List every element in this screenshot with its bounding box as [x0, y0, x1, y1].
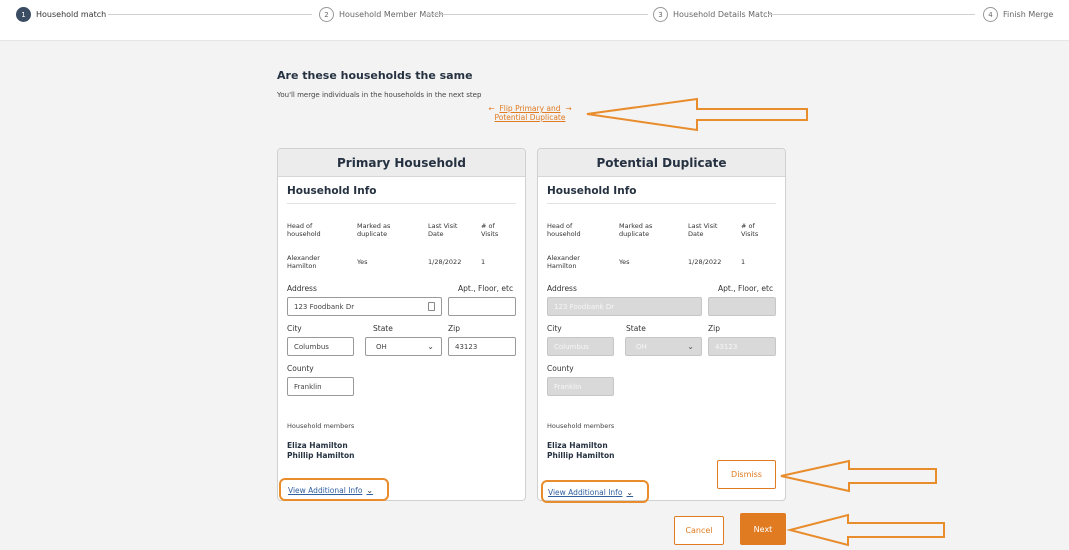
state-label: State	[373, 324, 393, 333]
col-header-head: Head of household	[287, 222, 321, 238]
autofill-icon	[428, 302, 435, 311]
visits-value: 1	[741, 258, 746, 266]
step-connector	[108, 14, 312, 15]
city-label: City	[287, 324, 302, 333]
step-label: Finish Merge	[1003, 10, 1054, 19]
apt-label: Apt., Floor, etc	[458, 284, 514, 293]
step-number: 1	[16, 7, 31, 22]
zip-input[interactable]: 43123	[448, 337, 516, 356]
section-title: Household Info	[287, 185, 377, 197]
step-number: 4	[983, 7, 998, 22]
arrow-right-icon: →	[565, 104, 572, 113]
city-label: City	[547, 324, 562, 333]
col-header-visits: # of Visits	[741, 222, 759, 238]
flip-primary-link[interactable]: ← Flip Primary and → Potential Duplicate	[472, 104, 588, 122]
apt-input[interactable]	[448, 297, 516, 316]
view-additional-info-link[interactable]: View Additional Info ⌄	[545, 484, 636, 500]
city-input: Columbus	[547, 337, 614, 356]
chevron-down-icon: ⌄	[626, 488, 634, 497]
state-select: OH ⌄	[625, 337, 702, 356]
city-input[interactable]: Columbus	[287, 337, 354, 356]
county-input: Franklin	[547, 377, 614, 396]
annotation-arrow-icon	[780, 459, 937, 493]
household-member: Eliza Hamilton	[287, 441, 348, 450]
step-household-match[interactable]: 1 Household match	[16, 7, 106, 22]
view-additional-info-label: View Additional Info	[548, 488, 623, 497]
flip-link-line1: Flip Primary and	[499, 104, 561, 113]
chevron-down-icon: ⌄	[427, 342, 434, 351]
card-title: Primary Household	[278, 149, 525, 177]
col-header-head: Head of household	[547, 222, 581, 238]
step-label: Household Details Match	[673, 10, 773, 19]
zip-label: Zip	[708, 324, 720, 333]
potential-duplicate-card: Potential Duplicate Household Info Head …	[537, 148, 786, 501]
col-header-last-visit: Last Visit Date	[428, 222, 458, 238]
primary-household-card: Primary Household Household Info Head of…	[277, 148, 526, 501]
page-subtitle: You'll merge individuals in the househol…	[277, 91, 482, 99]
dismiss-button[interactable]: Dismiss	[717, 460, 776, 489]
col-header-visits: # of Visits	[481, 222, 499, 238]
address-input: 123 Foodbank Dr	[547, 297, 702, 316]
address-input[interactable]: 123 Foodbank Dr	[287, 297, 442, 316]
divider	[287, 203, 516, 204]
household-member: Eliza Hamilton	[547, 441, 608, 450]
merge-stepper: 1 Household match 2 Household Member Mat…	[0, 0, 1069, 41]
county-input[interactable]: Franklin	[287, 377, 354, 396]
household-member: Phillip Hamilton	[547, 451, 615, 460]
state-select[interactable]: OH ⌄	[365, 337, 442, 356]
last-visit-value: 1/28/2022	[688, 258, 722, 266]
annotation-arrow-icon	[586, 97, 808, 132]
address-label: Address	[547, 284, 577, 293]
col-header-marked: Marked as duplicate	[619, 222, 653, 238]
col-header-last-visit: Last Visit Date	[688, 222, 718, 238]
step-connector	[768, 14, 975, 15]
chevron-down-icon: ⌄	[687, 342, 694, 351]
marked-duplicate-value: Yes	[619, 258, 630, 266]
household-members-label: Household members	[287, 422, 355, 430]
visits-value: 1	[481, 258, 486, 266]
household-member: Phillip Hamilton	[287, 451, 355, 460]
state-label: State	[626, 324, 646, 333]
page-title: Are these households the same	[277, 69, 473, 82]
marked-duplicate-value: Yes	[357, 258, 368, 266]
section-title: Household Info	[547, 185, 637, 197]
zip-label: Zip	[448, 324, 460, 333]
step-household-details-match[interactable]: 3 Household Details Match	[653, 7, 773, 22]
head-of-household-value: Alexander Hamilton	[287, 254, 320, 270]
address-label: Address	[287, 284, 317, 293]
chevron-down-icon: ⌄	[366, 486, 374, 495]
zip-input: 43123	[708, 337, 776, 356]
view-additional-info-link[interactable]: View Additional Info ⌄	[285, 482, 376, 499]
flip-link-line2: Potential Duplicate	[494, 113, 566, 122]
annotation-arrow-icon	[786, 513, 945, 547]
card-title: Potential Duplicate	[538, 149, 785, 177]
step-number: 2	[319, 7, 334, 22]
col-header-marked: Marked as duplicate	[357, 222, 391, 238]
last-visit-value: 1/28/2022	[428, 258, 462, 266]
head-of-household-value: Alexander Hamilton	[547, 254, 580, 270]
step-connector	[424, 14, 648, 15]
arrow-left-icon: ←	[488, 104, 495, 113]
county-label: County	[547, 364, 574, 373]
apt-input	[708, 297, 776, 316]
apt-label: Apt., Floor, etc	[718, 284, 774, 293]
cancel-button[interactable]: Cancel	[674, 516, 724, 545]
step-label: Household match	[36, 10, 107, 19]
view-additional-info-label: View Additional Info	[288, 486, 363, 495]
divider	[547, 203, 776, 204]
county-label: County	[287, 364, 314, 373]
step-finish-merge[interactable]: 4 Finish Merge	[983, 7, 1053, 22]
household-members-label: Household members	[547, 422, 615, 430]
step-number: 3	[653, 7, 668, 22]
next-button[interactable]: Next	[740, 513, 786, 545]
